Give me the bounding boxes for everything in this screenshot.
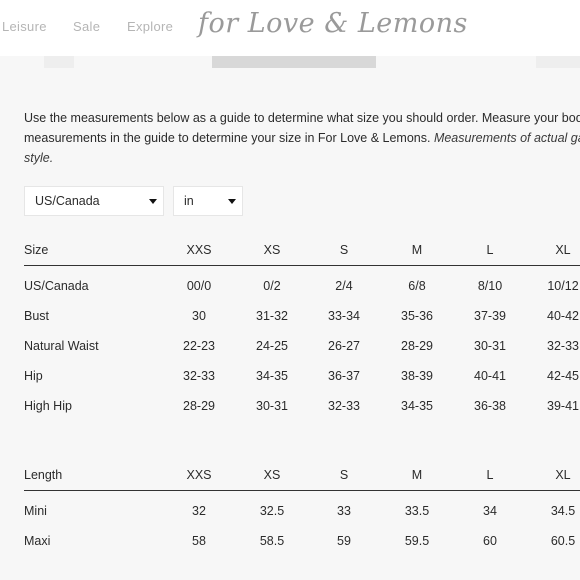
size-table-header: Size XXS XS S M L XL: [0, 241, 580, 261]
table-cell: 8/10: [477, 279, 503, 293]
row-label: Hip: [24, 369, 43, 383]
nav-link-explore[interactable]: Explore: [127, 19, 173, 34]
size-table-divider: [24, 265, 580, 266]
size-col-header: M: [411, 468, 423, 482]
brand-logo[interactable]: for Love & Lemons: [198, 8, 468, 39]
table-cell: 33-34: [328, 309, 360, 323]
table-cell: 38-39: [401, 369, 433, 383]
table-cell: 34-35: [401, 399, 433, 413]
region-select[interactable]: US/Canada: [24, 186, 164, 216]
table-cell: 32-33: [328, 399, 360, 413]
size-header-label: Size: [24, 243, 49, 257]
table-cell: 32.5: [259, 504, 285, 518]
table-cell: 40-41: [474, 369, 506, 383]
size-col-header: XL: [555, 243, 571, 257]
size-col-header: S: [339, 243, 349, 257]
size-guide-intro: Use the measurements below as a guide to…: [24, 108, 580, 168]
intro-line-2-text: measurements in the guide to determine y…: [24, 131, 434, 145]
table-cell: 2/4: [335, 279, 353, 293]
table-cell: 33.5: [404, 504, 430, 518]
row-label: High Hip: [24, 399, 72, 413]
table-cell: 35-36: [401, 309, 433, 323]
table-row: Hip 32-33 34-35 36-37 38-39 40-41 42-45: [0, 367, 580, 387]
length-table-header: Length XXS XS S M L XL: [0, 466, 580, 486]
table-cell: 60: [483, 534, 497, 548]
table-row: Mini 32 32.5 33 33.5 34 34.5: [0, 502, 580, 522]
table-cell: 59: [337, 534, 351, 548]
size-col-header: XS: [263, 468, 281, 482]
nav-link-leisure[interactable]: Leisure: [2, 19, 47, 34]
table-cell: 28-29: [401, 339, 433, 353]
table-row: Natural Waist 22-23 24-25 26-27 28-29 30…: [0, 337, 580, 357]
size-col-header: XL: [555, 468, 571, 482]
intro-line-3-italic: style.: [24, 151, 54, 165]
row-label: US/Canada: [24, 279, 89, 293]
table-cell: 30-31: [256, 399, 288, 413]
size-col-header: L: [486, 468, 494, 482]
size-col-header: XXS: [186, 243, 212, 257]
table-row: High Hip 28-29 30-31 32-33 34-35 36-38 3…: [0, 397, 580, 417]
table-cell: 60.5: [550, 534, 576, 548]
table-cell: 30: [192, 309, 206, 323]
table-cell: 32-33: [183, 369, 215, 383]
table-cell: 30-31: [474, 339, 506, 353]
size-col-header: XXS: [186, 468, 212, 482]
region-select-value: US/Canada: [35, 194, 100, 208]
table-cell: 6/8: [408, 279, 426, 293]
nav-link-sale[interactable]: Sale: [73, 19, 100, 34]
intro-line-2: measurements in the guide to determine y…: [24, 128, 580, 148]
size-col-header: S: [339, 468, 349, 482]
table-row: US/Canada 00/0 0/2 2/4 6/8 8/10 10/12: [0, 277, 580, 297]
table-cell: 42-45: [547, 369, 579, 383]
chevron-down-icon: [228, 199, 236, 204]
row-label: Mini: [24, 504, 47, 518]
chevron-down-icon: [149, 199, 157, 204]
table-row: Maxi 58 58.5 59 59.5 60 60.5: [0, 532, 580, 552]
table-cell: 32-33: [547, 339, 579, 353]
table-row: Bust 30 31-32 33-34 35-36 37-39 40-42: [0, 307, 580, 327]
table-cell: 31-32: [256, 309, 288, 323]
table-cell: 34.5: [550, 504, 576, 518]
row-label: Maxi: [24, 534, 51, 548]
size-col-header: M: [411, 243, 423, 257]
table-cell: 24-25: [256, 339, 288, 353]
table-cell: 34: [483, 504, 497, 518]
table-cell: 28-29: [183, 399, 215, 413]
table-cell: 40-42: [547, 309, 579, 323]
table-cell: 10/12: [547, 279, 579, 293]
hero-image-strip: [0, 56, 580, 68]
intro-line-3: style.: [24, 148, 580, 168]
table-cell: 34-35: [256, 369, 288, 383]
intro-line-1: Use the measurements below as a guide to…: [24, 111, 580, 125]
table-cell: 22-23: [183, 339, 215, 353]
table-cell: 59.5: [404, 534, 430, 548]
table-cell: 39-41: [547, 399, 579, 413]
table-cell: 0/2: [263, 279, 281, 293]
row-label: Natural Waist: [24, 339, 99, 353]
table-cell: 00/0: [186, 279, 212, 293]
table-cell: 58: [192, 534, 206, 548]
table-cell: 37-39: [474, 309, 506, 323]
unit-select-value: in: [184, 194, 194, 208]
row-label: Bust: [24, 309, 50, 323]
table-cell: 58.5: [259, 534, 285, 548]
table-cell: 32: [192, 504, 206, 518]
table-cell: 36-38: [474, 399, 506, 413]
unit-select[interactable]: in: [173, 186, 243, 216]
intro-line-2-italic: Measurements of actual ga: [433, 131, 580, 145]
length-table-divider: [24, 490, 580, 491]
size-col-header: L: [486, 243, 494, 257]
length-header-label: Length: [24, 468, 63, 482]
size-col-header: XS: [263, 243, 281, 257]
table-cell: 33: [337, 504, 351, 518]
table-cell: 26-27: [328, 339, 360, 353]
table-cell: 36-37: [328, 369, 360, 383]
top-navigation: Leisure Sale Explore for Love & Lemons: [0, 0, 580, 56]
